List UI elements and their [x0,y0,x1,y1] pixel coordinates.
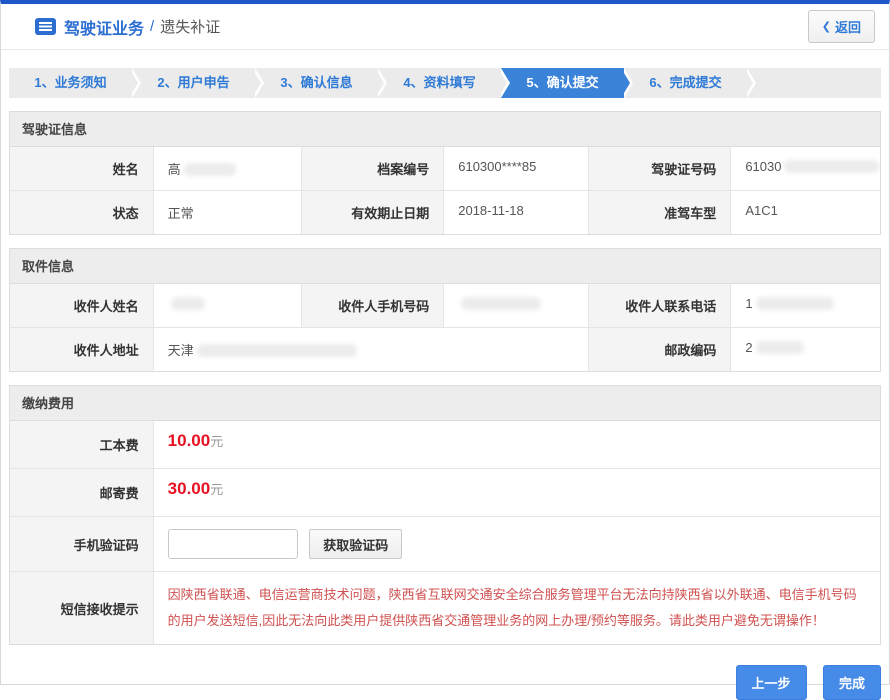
payment-section-title: 缴纳费用 [10,386,880,421]
expiry-label: 有效期止日期 [301,191,444,234]
recipient-phone-value: 1 [730,284,880,327]
license-no-label: 驾驶证号码 [588,147,731,190]
redacted-text [171,297,205,310]
pickup-section-title: 取件信息 [10,249,880,284]
production-fee-value: 10.00元 [153,421,880,468]
file-no-value: 610300****85 [443,147,587,190]
name-value: 高 [153,147,301,190]
redacted-text [784,160,879,173]
payment-section: 缴纳费用 工本费 10.00元 邮寄费 30.00元 手机验证码 获取验证码 短… [9,385,881,645]
step-data-fill[interactable]: 4、资料填写 [378,68,501,98]
step-business-notice[interactable]: 1、业务须知 [9,68,132,98]
postal-code-value: 2 [730,328,880,371]
step-confirm-info[interactable]: 3、确认信息 [255,68,378,98]
table-row: 收件人姓名 收件人手机号码 收件人联系电话 1 [10,284,880,327]
step-complete-submit[interactable]: 6、完成提交 [624,68,747,98]
postal-code-label: 邮政编码 [588,328,731,371]
step-user-declaration[interactable]: 2、用户申告 [132,68,255,98]
recipient-address-label: 收件人地址 [10,328,153,371]
prev-step-button[interactable]: 上一步 [736,665,807,700]
sms-code-label: 手机验证码 [10,517,153,571]
sms-code-row: 手机验证码 获取验证码 [10,516,880,571]
postage-fee-value: 30.00元 [153,469,880,516]
page-title: 驾驶证业务 [64,15,144,39]
postage-fee-amount: 30.00 [168,479,211,498]
back-button-label: 返回 [835,17,861,36]
license-info-section: 驾驶证信息 姓名 高 档案编号 610300****85 驾驶证号码 61030… [9,111,881,235]
file-no-label: 档案编号 [301,147,444,190]
redacted-text [756,341,804,354]
breadcrumb-divider: / [150,18,154,35]
step-confirm-submit[interactable]: 5、确认提交 [501,68,624,98]
expiry-value: 2018-11-18 [443,191,587,234]
status-label: 状态 [10,191,153,234]
production-fee-amount: 10.00 [168,431,211,450]
sms-notice-text: 因陕西省联通、电信运营商技术问题，陕西省互联网交通安全综合服务管理平台无法向持陕… [153,572,880,644]
redacted-text [184,163,236,176]
page-container: 驾驶证业务 / 遗失补证 ❮ 返回 1、业务须知 2、用户申告 3、确认信息 4… [0,0,890,685]
table-row: 状态 正常 有效期止日期 2018-11-18 准驾车型 A1C1 [10,190,880,234]
sms-code-cell: 获取验证码 [153,517,880,571]
name-label: 姓名 [10,147,153,190]
postage-fee-row: 邮寄费 30.00元 [10,468,880,516]
vehicle-class-value: A1C1 [730,191,880,234]
postage-fee-label: 邮寄费 [10,469,153,516]
redacted-text [197,344,357,357]
chevron-left-icon: ❮ [822,20,831,33]
get-code-button[interactable]: 获取验证码 [309,529,402,559]
table-row: 收件人地址 天津 邮政编码 2 [10,327,880,371]
production-fee-row: 工本费 10.00元 [10,421,880,468]
pickup-info-section: 取件信息 收件人姓名 收件人手机号码 收件人联系电话 1 收件人地址 天津 邮政… [9,248,881,372]
production-fee-label: 工本费 [10,421,153,468]
page-header: 驾驶证业务 / 遗失补证 ❮ 返回 [1,4,889,50]
page-subtitle: 遗失补证 [160,16,220,37]
vehicle-class-label: 准驾车型 [588,191,731,234]
recipient-address-value: 天津 [153,328,588,371]
recipient-name-label: 收件人姓名 [10,284,153,327]
recipient-mobile-label: 收件人手机号码 [301,284,444,327]
license-no-value: 61030 [730,147,880,190]
sms-notice-label: 短信接收提示 [10,572,153,644]
redacted-text [756,297,834,310]
list-icon [35,18,56,35]
redacted-text [461,297,541,310]
recipient-phone-label: 收件人联系电话 [588,284,731,327]
step-nav: 1、业务须知 2、用户申告 3、确认信息 4、资料填写 5、确认提交 6、完成提… [9,68,881,98]
recipient-name-value [153,284,301,327]
recipient-mobile-value [443,284,587,327]
sms-code-input[interactable] [168,529,298,559]
fee-unit: 元 [210,434,223,449]
status-value: 正常 [153,191,301,234]
table-row: 姓名 高 档案编号 610300****85 驾驶证号码 61030 [10,147,880,190]
finish-button[interactable]: 完成 [823,665,881,700]
back-button[interactable]: ❮ 返回 [808,10,875,43]
footer-actions: 上一步 完成 [1,665,881,700]
license-section-title: 驾驶证信息 [10,112,880,147]
fee-unit: 元 [210,482,223,497]
sms-notice-row: 短信接收提示 因陕西省联通、电信运营商技术问题，陕西省互联网交通安全综合服务管理… [10,571,880,644]
